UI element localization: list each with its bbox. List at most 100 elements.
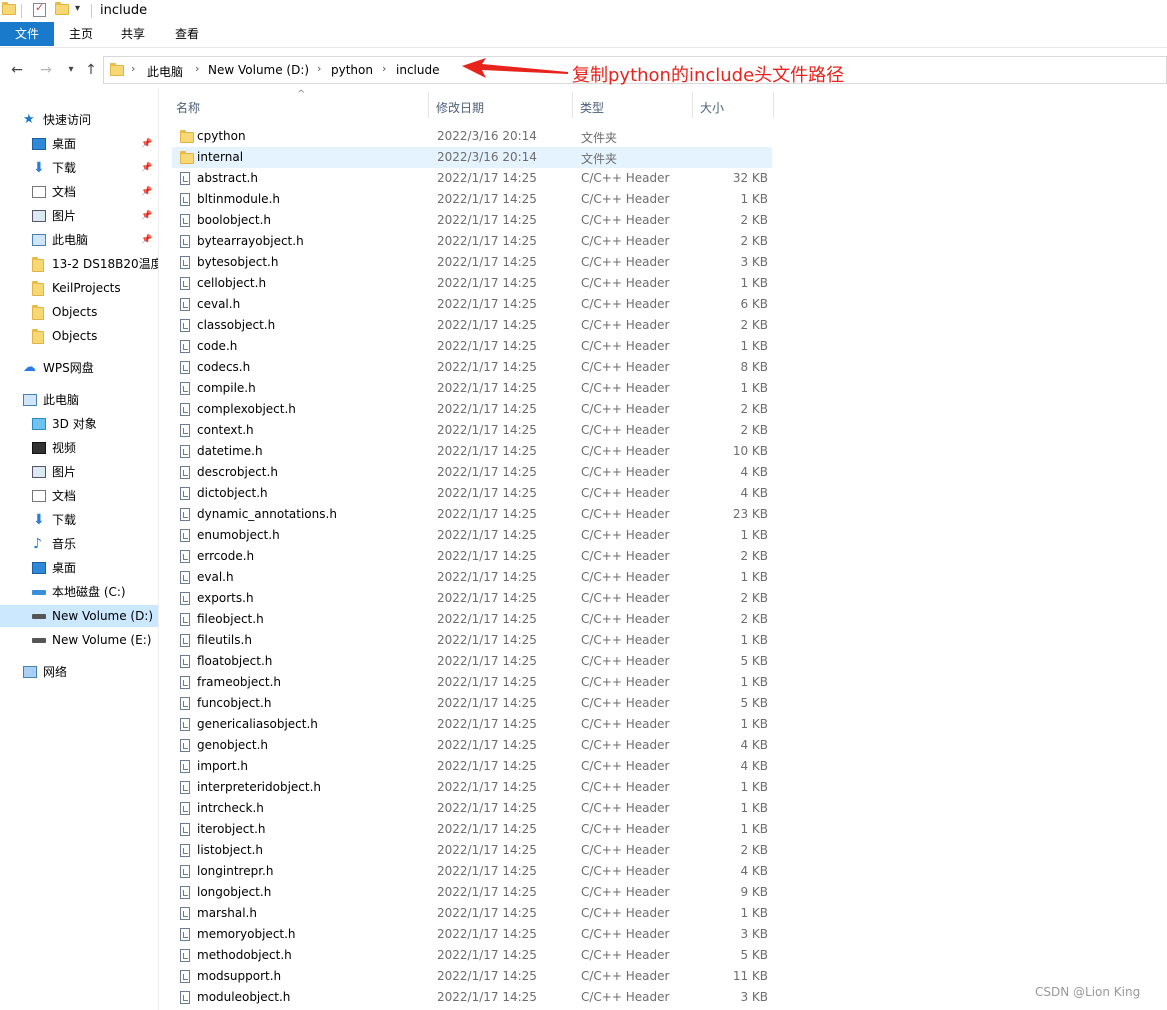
file-row[interactable]: marshal.h 2022/1/17 14:25 C/C++ Header 1 KB	[172, 903, 772, 924]
file-row[interactable]: bytesobject.h 2022/1/17 14:25 C/C++ Header…	[172, 252, 772, 273]
file-row[interactable]: enumobject.h 2022/1/17 14:25 C/C++ Header 1…	[172, 525, 772, 546]
file-row[interactable]: floatobject.h 2022/1/17 14:25 C/C++ Header…	[172, 651, 772, 672]
file-row[interactable]: genericaliasobject.h 2022/1/17 14:25 C/C++…	[172, 714, 772, 735]
file-row[interactable]: bltinmodule.h 2022/1/17 14:25 C/C++ Header…	[172, 189, 772, 210]
tab-file[interactable]: 文件	[0, 22, 54, 46]
file-row[interactable]: listobject.h 2022/1/17 14:25 C/C++ Header 2…	[172, 840, 772, 861]
nav-item[interactable]: KeilProjects	[0, 277, 158, 299]
nav-item[interactable]: 13-2 DS18B20温度	[0, 253, 158, 275]
file-date: 2022/1/17 14:25	[437, 507, 537, 521]
nav-item[interactable]: 文档 📌	[0, 181, 158, 203]
tab-home[interactable]: 主页	[58, 22, 104, 46]
file-row[interactable]: context.h 2022/1/17 14:25 C/C++ Header 2 KB	[172, 420, 772, 441]
nav-item[interactable]: 桌面 📌	[0, 133, 158, 155]
file-row[interactable]: import.h 2022/1/17 14:25 C/C++ Header 4 KB	[172, 756, 772, 777]
file-row[interactable]: funcobject.h 2022/1/17 14:25 C/C++ Header 5…	[172, 693, 772, 714]
nav-quick-access[interactable]: ★ 快速访问	[0, 109, 158, 131]
nav-item[interactable]: ♪ 音乐	[0, 533, 158, 555]
nav-network[interactable]: 网络	[0, 661, 158, 683]
column-divider[interactable]	[428, 92, 429, 118]
column-divider[interactable]	[692, 92, 693, 118]
file-row[interactable]: intrcheck.h 2022/1/17 14:25 C/C++ Header 1 …	[172, 798, 772, 819]
file-row[interactable]: eval.h 2022/1/17 14:25 C/C++ Header 1 KB	[172, 567, 772, 588]
file-row[interactable]: code.h 2022/1/17 14:25 C/C++ Header 1 KB	[172, 336, 772, 357]
pin-icon[interactable]: 📌	[141, 229, 152, 251]
nav-item[interactable]: 文档	[0, 485, 158, 507]
file-row[interactable]: cpython 2022/3/16 20:14 文件夹	[172, 126, 772, 147]
properties-icon[interactable]: ✓	[33, 1, 46, 17]
column-divider[interactable]	[773, 92, 774, 118]
file-row[interactable]: boolobject.h 2022/1/17 14:25 C/C++ Header 2…	[172, 210, 772, 231]
pane-splitter[interactable]	[158, 88, 159, 1010]
pin-icon[interactable]: 📌	[141, 181, 152, 203]
breadcrumb-separator-icon[interactable]: ›	[195, 62, 199, 75]
breadcrumb-python[interactable]: python	[331, 63, 373, 77]
nav-item[interactable]: New Volume (E:)	[0, 629, 158, 651]
nav-item[interactable]: Objects	[0, 301, 158, 323]
nav-item[interactable]: 视频	[0, 437, 158, 459]
nav-item[interactable]: 3D 对象	[0, 413, 158, 435]
nav-item[interactable]: 图片	[0, 461, 158, 483]
file-row[interactable]: complexobject.h 2022/1/17 14:25 C/C++ Head…	[172, 399, 772, 420]
file-row[interactable]: longintrepr.h 2022/1/17 14:25 C/C++ Header…	[172, 861, 772, 882]
file-type: C/C++ Header	[581, 969, 670, 983]
tab-share[interactable]: 共享	[110, 22, 156, 46]
recent-locations-chevron-icon[interactable]: ▾	[62, 64, 80, 75]
file-row[interactable]: interpreteridobject.h 2022/1/17 14:25 C/C+…	[172, 777, 772, 798]
nav-item[interactable]: New Volume (D:)	[0, 605, 158, 627]
up-arrow-icon[interactable]: ↑	[82, 62, 100, 78]
file-row[interactable]: dynamic_annotations.h 2022/1/17 14:25 C/C+…	[172, 504, 772, 525]
file-row[interactable]: moduleobject.h 2022/1/17 14:25 C/C++ Heade…	[172, 987, 772, 1008]
pin-icon[interactable]: 📌	[141, 157, 152, 179]
pin-icon[interactable]: 📌	[141, 133, 152, 155]
nav-item[interactable]: 此电脑 📌	[0, 229, 158, 251]
file-row[interactable]: memoryobject.h 2022/1/17 14:25 C/C++ Heade…	[172, 924, 772, 945]
file-row[interactable]: exports.h 2022/1/17 14:25 C/C++ Header 2 KB	[172, 588, 772, 609]
column-type[interactable]: 类型	[580, 99, 604, 116]
file-row[interactable]: cellobject.h 2022/1/17 14:25 C/C++ Header 1…	[172, 273, 772, 294]
back-arrow-icon[interactable]: ←	[8, 62, 26, 78]
file-row[interactable]: frameobject.h 2022/1/17 14:25 C/C++ Header…	[172, 672, 772, 693]
column-name[interactable]: 名称	[176, 99, 200, 116]
breadcrumb-this-pc[interactable]: 此电脑	[147, 63, 183, 80]
customize-toolbar-icon[interactable]: ▾	[75, 3, 80, 14]
breadcrumb-separator-icon[interactable]: ›	[317, 62, 321, 75]
pin-icon[interactable]: 📌	[141, 205, 152, 227]
file-row[interactable]: iterobject.h 2022/1/17 14:25 C/C++ Header 1…	[172, 819, 772, 840]
new-folder-icon[interactable]	[55, 2, 69, 16]
nav-item[interactable]: 桌面	[0, 557, 158, 579]
breadcrumb-separator-icon[interactable]: ›	[382, 62, 386, 75]
file-row[interactable]: dictobject.h 2022/1/17 14:25 C/C++ Header 4…	[172, 483, 772, 504]
file-row[interactable]: modsupport.h 2022/1/17 14:25 C/C++ Header 1…	[172, 966, 772, 987]
file-row[interactable]: descrobject.h 2022/1/17 14:25 C/C++ Header…	[172, 462, 772, 483]
breadcrumb-include[interactable]: include	[396, 63, 439, 77]
file-row[interactable]: methodobject.h 2022/1/17 14:25 C/C++ Heade…	[172, 945, 772, 966]
nav-item[interactable]: Objects	[0, 325, 158, 347]
file-row[interactable]: abstract.h 2022/1/17 14:25 C/C++ Header 32 …	[172, 168, 772, 189]
file-row[interactable]: fileobject.h 2022/1/17 14:25 C/C++ Header 2…	[172, 609, 772, 630]
file-row[interactable]: longobject.h 2022/1/17 14:25 C/C++ Header 9…	[172, 882, 772, 903]
tab-view[interactable]: 查看	[164, 22, 210, 46]
file-row[interactable]: genobject.h 2022/1/17 14:25 C/C++ Header 4 …	[172, 735, 772, 756]
breadcrumb-drive-d[interactable]: New Volume (D:)	[208, 63, 309, 77]
nav-item[interactable]: 图片 📌	[0, 205, 158, 227]
column-date-modified[interactable]: 修改日期	[436, 99, 484, 116]
file-row[interactable]: classobject.h 2022/1/17 14:25 C/C++ Header…	[172, 315, 772, 336]
nav-this-pc[interactable]: 此电脑	[0, 389, 158, 411]
nav-item[interactable]: ⬇ 下载 📌	[0, 157, 158, 179]
file-row[interactable]: datetime.h 2022/1/17 14:25 C/C++ Header 10 …	[172, 441, 772, 462]
file-row[interactable]: internal 2022/3/16 20:14 文件夹	[172, 147, 772, 168]
file-row[interactable]: fileutils.h 2022/1/17 14:25 C/C++ Header 1 …	[172, 630, 772, 651]
column-size[interactable]: 大小	[700, 99, 724, 116]
nav-item[interactable]: 本地磁盘 (C:)	[0, 581, 158, 603]
breadcrumb-separator-icon[interactable]: ›	[131, 62, 135, 75]
column-divider[interactable]	[572, 92, 573, 118]
file-row[interactable]: compile.h 2022/1/17 14:25 C/C++ Header 1 KB	[172, 378, 772, 399]
file-row[interactable]: errcode.h 2022/1/17 14:25 C/C++ Header 2 KB	[172, 546, 772, 567]
nav-item[interactable]: ⬇ 下载	[0, 509, 158, 531]
forward-arrow-icon[interactable]: →	[37, 62, 55, 78]
file-row[interactable]: bytearrayobject.h 2022/1/17 14:25 C/C++ He…	[172, 231, 772, 252]
nav-wps-cloud[interactable]: ☁ WPS网盘	[0, 357, 158, 379]
file-row[interactable]: ceval.h 2022/1/17 14:25 C/C++ Header 6 KB	[172, 294, 772, 315]
file-row[interactable]: codecs.h 2022/1/17 14:25 C/C++ Header 8 KB	[172, 357, 772, 378]
